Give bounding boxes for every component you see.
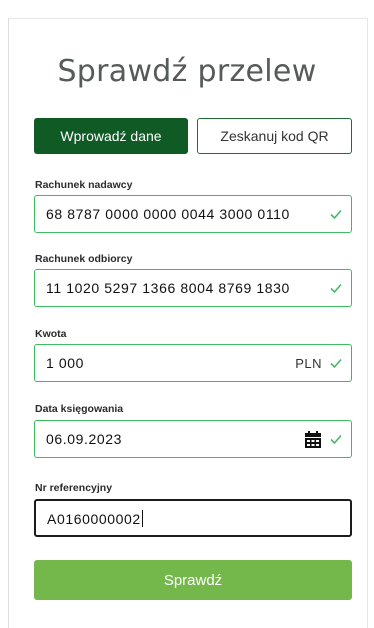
booking-date-value: 06.09.2023 [46,431,123,447]
reference-number-input[interactable]: A0160000002 [47,509,342,527]
calendar-icon[interactable] [305,430,321,448]
reference-number-field[interactable]: A0160000002 [34,499,352,537]
check-icon [330,209,342,220]
recipient-account-field[interactable]: 11 1020 5297 1366 8004 8769 1830 [34,269,352,307]
check-icon [330,283,342,294]
booking-date-field[interactable]: 06.09.2023 [34,420,352,458]
check-icon [330,434,342,445]
reference-number-label: Nr referencyjny [35,482,113,494]
amount-value: 1 000 [46,355,85,371]
amount-field[interactable]: 1 000 PLN [34,344,352,382]
text-caret [141,509,143,527]
recipient-account-label: Rachunek odbiorcy [35,253,133,265]
check-transfer-button[interactable]: Sprawdź [34,560,352,600]
booking-date-label: Data księgowania [35,403,124,415]
check-icon [330,358,342,369]
sender-account-value: 68 8787 0000 0000 0044 3000 0110 [46,206,290,222]
tab-scan-qr-button[interactable]: Zeskanuj kod QR [197,118,352,154]
currency-label: PLN [295,355,322,371]
tab-enter-data-button[interactable]: Wprowadź dane [34,118,188,154]
recipient-account-value: 11 1020 5297 1366 8004 8769 1830 [46,280,290,296]
sender-account-label: Rachunek nadawcy [35,179,133,191]
sender-account-field[interactable]: 68 8787 0000 0000 0044 3000 0110 [34,195,352,233]
page-title: Sprawdź przelew [57,54,317,89]
reference-number-value: A0160000002 [47,510,141,527]
amount-label: Kwota [35,328,67,340]
